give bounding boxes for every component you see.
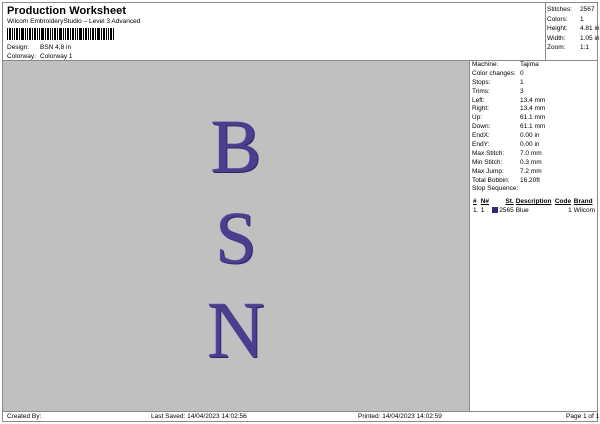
row-index: 1. <box>473 207 479 214</box>
barcode-icon <box>7 28 114 40</box>
stats-divider <box>545 3 546 60</box>
colorway-value: Colorway 1 <box>40 53 73 60</box>
colorway-row: Colorway: Colorway 1 <box>7 53 73 60</box>
col-stitches: St. <box>505 198 514 205</box>
worksheet-page: Production Worksheet Wilcom EmbroiderySt… <box>2 2 600 422</box>
row-needle: 1 <box>480 207 485 214</box>
canvas-divider <box>469 61 470 411</box>
colorway-label: Colorway: <box>7 53 36 60</box>
stat-stitches: Stitches: 2567 <box>547 6 595 13</box>
stat-colors: Colors: 1 <box>547 15 584 23</box>
design-stats: Stitches: 2567 Colors: 1 Height: 4.81 in Wi… <box>547 5 600 53</box>
row-code: 1 <box>568 207 572 214</box>
info-endy: EndY: 0.00 in <box>472 141 540 149</box>
info-left: Left: 13.4 mm <box>472 96 546 104</box>
stat-zoom: Zoom: 1:1 <box>547 44 590 51</box>
stat-width: Width: 1.05 in <box>547 34 600 42</box>
stop-sequence-table: # N# St. Description Code Brand 1. 1 256… <box>472 197 597 215</box>
info-min-stitch: Min Stitch: 0.3 mm <box>472 158 542 166</box>
row-stitches: 2565 <box>499 207 514 214</box>
stop-sequence-label: Stop Sequence: <box>472 185 519 193</box>
footer-printed: Printed: 14/04/2023 14:02:59 <box>358 413 442 420</box>
col-description: Description <box>515 198 552 205</box>
worksheet-title: Production Worksheet <box>7 5 127 17</box>
info-down: Down: 61.1 mm <box>472 123 546 131</box>
embroidered-letter-s: S <box>215 198 257 280</box>
info-max-stitch: Max Stitch: 7.0 mm <box>472 149 542 157</box>
info-color-changes: Color changes: 0 <box>472 69 524 77</box>
footer-created-by: Created By: <box>7 413 42 420</box>
embroidered-letter-n: N <box>207 287 265 375</box>
row-description: Blue <box>515 207 529 214</box>
info-up: Up: 61.1 mm <box>472 114 546 122</box>
info-endx: EndX: 0.00 in <box>472 132 540 140</box>
thread-color-swatch <box>492 207 499 213</box>
info-total-bobbin: Total Bobbin: 16.20ft <box>472 176 540 184</box>
table-row: 1. 1 2565 Blue 1 Wilcom <box>472 206 597 215</box>
footer-page-number: Page 1 of 1 <box>566 413 600 420</box>
design-name-row: Design: BSN 4,8 in <box>7 44 71 51</box>
machine-info-panel: Machine: Tajima Color changes: 0 Stops: 1 T… <box>472 61 597 194</box>
info-max-jump: Max Jump: 7.2 mm <box>472 167 542 175</box>
stat-height: Height: 4.81 in <box>547 25 600 32</box>
info-trims: Trims: 3 <box>472 87 524 95</box>
embroidered-letter-b: B <box>210 105 262 189</box>
col-index: # <box>473 198 477 205</box>
col-needle: N# <box>480 198 489 205</box>
info-right: Right: 13.4 mm <box>472 105 546 113</box>
info-machine: Machine: Tajima <box>472 61 539 68</box>
row-stitches-cell: 2565 <box>490 206 514 215</box>
info-stops: Stops: 1 <box>472 78 524 86</box>
col-brand: Brand <box>573 198 593 205</box>
row-brand: Wilcom <box>573 207 596 214</box>
design-preview-canvas: B S N <box>3 61 469 411</box>
footer-last-saved: Last Saved: 14/04/2023 14:02:56 <box>151 413 247 420</box>
software-subtitle: Wilcom EmbroideryStudio – Level 3 Advanc… <box>7 18 141 25</box>
stop-sequence-header: # N# St. Description Code Brand <box>472 197 597 206</box>
design-label: Design: <box>7 44 30 51</box>
design-value: BSN 4,8 in <box>40 44 72 51</box>
footer-divider <box>3 411 597 412</box>
col-code: Code <box>554 198 572 205</box>
